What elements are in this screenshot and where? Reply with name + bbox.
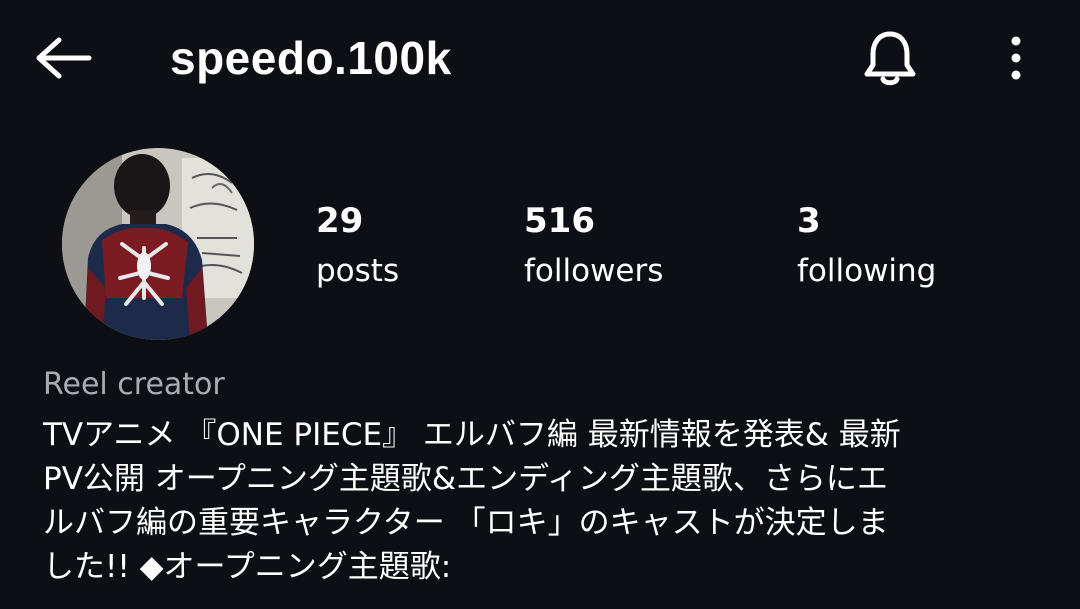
following-count: 3: [797, 201, 821, 241]
stat-following[interactable]: 3 following: [797, 196, 936, 296]
posts-count: 29: [316, 201, 364, 241]
profile-username: speedo.100k: [170, 32, 452, 84]
stat-posts[interactable]: 29 posts: [316, 196, 399, 296]
followers-count: 516: [524, 201, 595, 241]
profile-avatar[interactable]: [62, 148, 254, 340]
top-bar: speedo.100k: [0, 0, 1080, 120]
bio-line: PV公開 オープニング主題歌&エンディング主題歌、さらにエ: [43, 461, 888, 497]
followers-label: followers: [524, 253, 664, 289]
stat-followers[interactable]: 516 followers: [524, 196, 663, 296]
bell-icon: [864, 31, 916, 86]
bio-line: ルバフ編の重要キャラクター 「ロキ」のキャストが決定しま: [43, 505, 889, 541]
more-options-button[interactable]: [990, 26, 1042, 90]
bio-line: した!! ◆オープニング主題歌:: [43, 549, 452, 585]
posts-label: posts: [316, 253, 400, 289]
more-vertical-icon: [1011, 36, 1021, 80]
notifications-button[interactable]: [852, 22, 928, 94]
profile-bio: TVアニメ 『ONE PIECE』 エルバフ編 最新情報を発表& 最新 PV公開…: [43, 413, 1043, 589]
arrow-left-icon: [36, 37, 92, 79]
bio-line: TVアニメ 『ONE PIECE』 エルバフ編 最新情報を発表& 最新: [43, 417, 901, 453]
back-button[interactable]: [30, 28, 96, 88]
following-label: following: [797, 253, 937, 289]
profile-category: Reel creator: [43, 367, 225, 402]
